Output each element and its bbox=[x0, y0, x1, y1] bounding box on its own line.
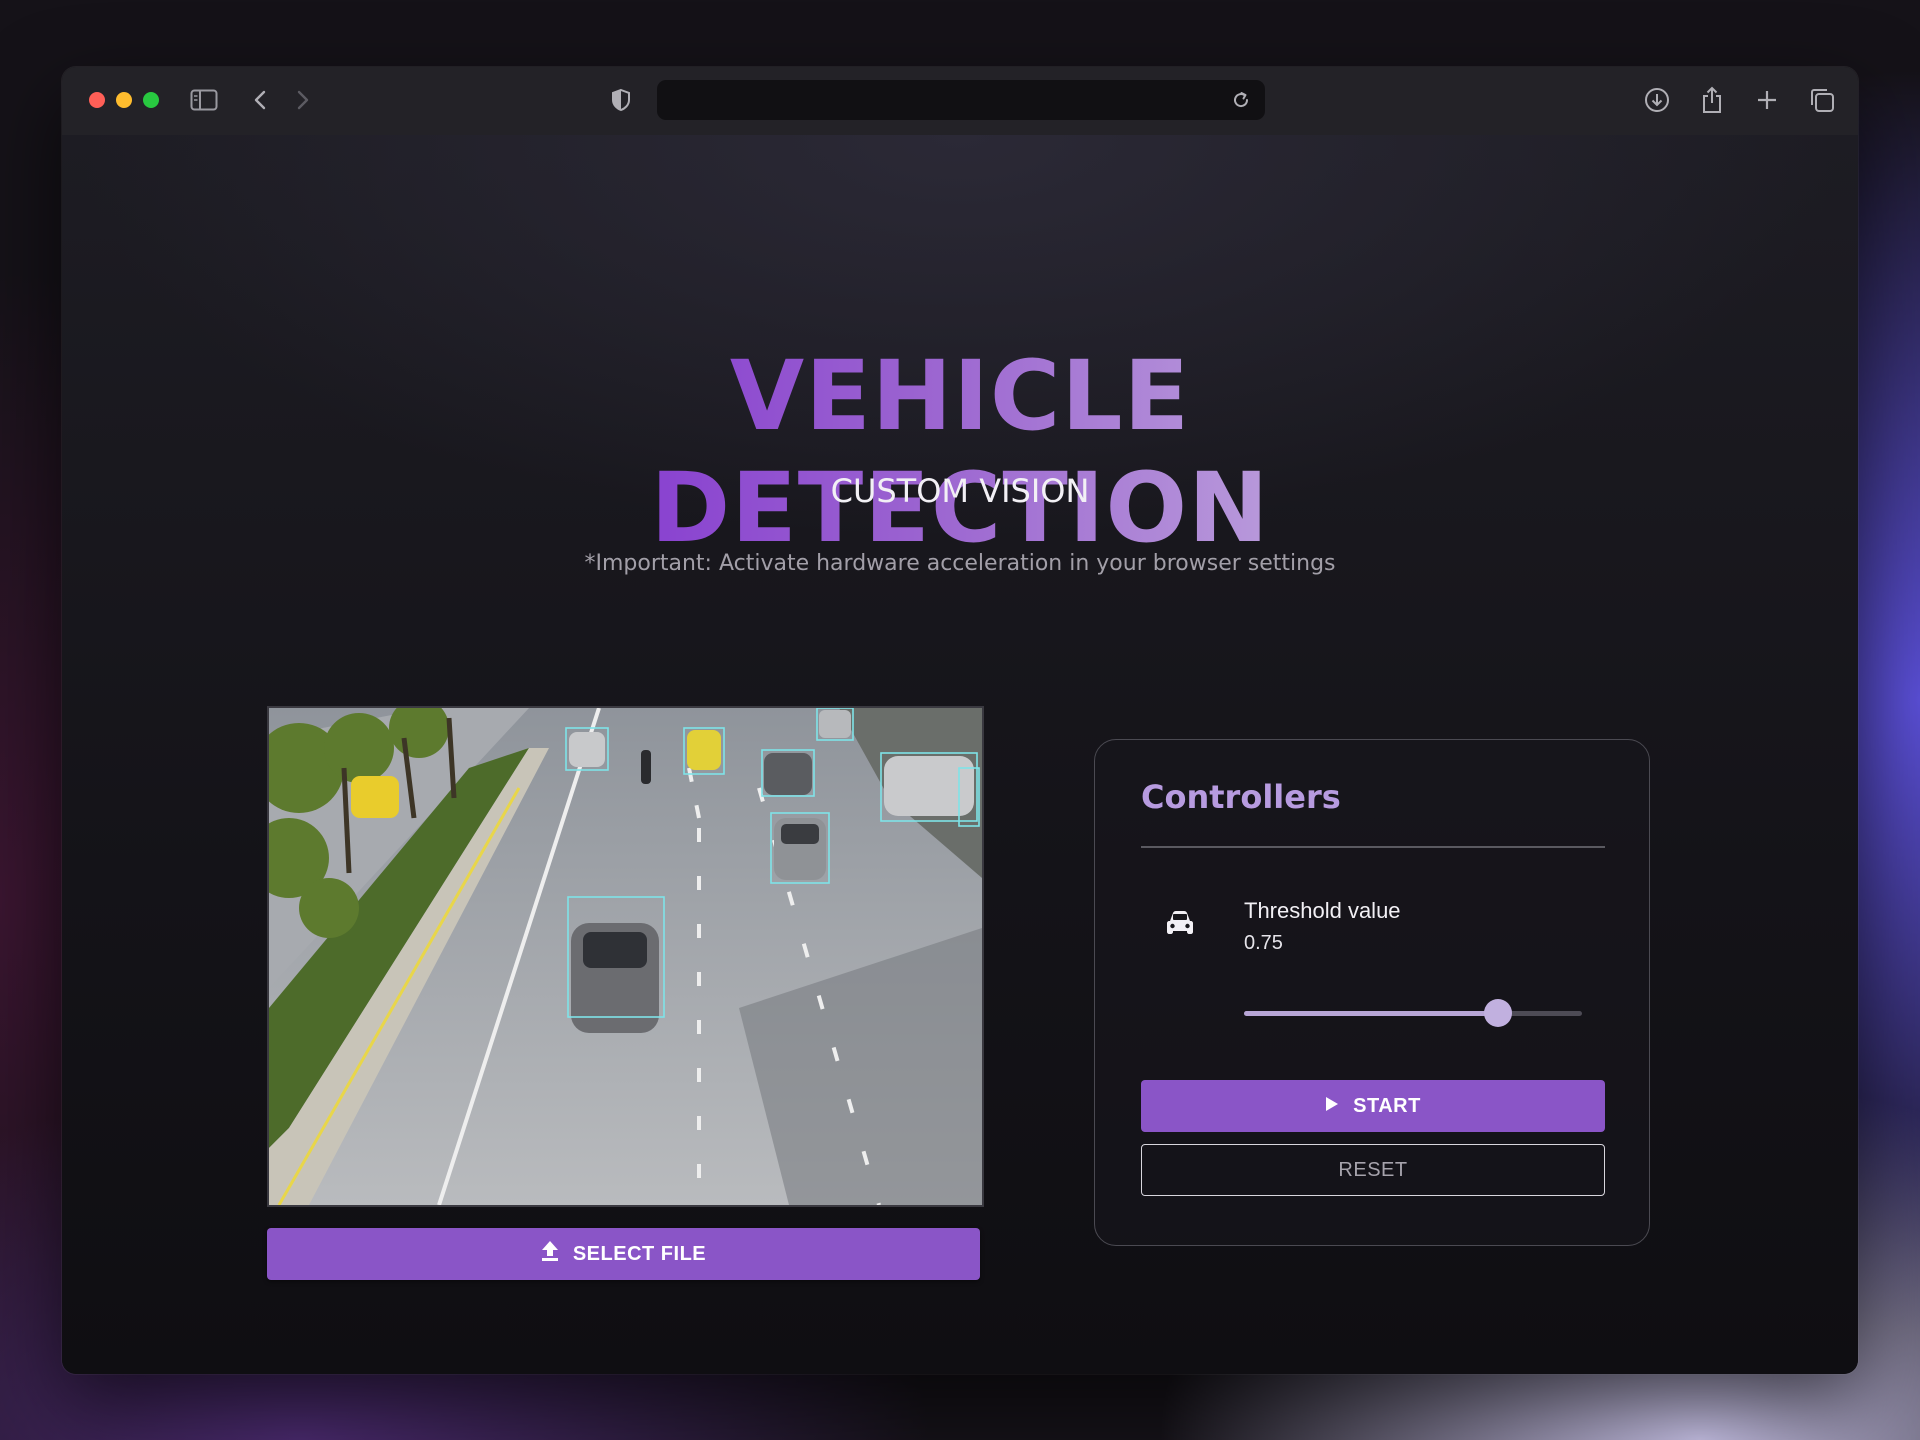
start-button[interactable]: START bbox=[1141, 1080, 1605, 1132]
browser-toolbar bbox=[62, 67, 1858, 136]
panel-divider bbox=[1141, 846, 1605, 848]
upload-icon bbox=[541, 1240, 559, 1268]
sidebar-icon[interactable] bbox=[187, 83, 221, 117]
browser-window: VEHICLE DETECTION CUSTOM VISION *Importa… bbox=[62, 67, 1858, 1374]
forward-icon[interactable] bbox=[286, 83, 320, 117]
minimize-window-button[interactable] bbox=[116, 92, 132, 108]
tabs-icon[interactable] bbox=[1805, 83, 1839, 117]
new-tab-icon[interactable] bbox=[1750, 83, 1784, 117]
threshold-label: Threshold value bbox=[1244, 898, 1401, 923]
download-icon[interactable] bbox=[1640, 83, 1674, 117]
page-subtitle: CUSTOM VISION bbox=[830, 472, 1090, 510]
select-file-button[interactable]: SELECT FILE bbox=[267, 1228, 980, 1280]
reset-button[interactable]: RESET bbox=[1141, 1144, 1605, 1196]
play-icon bbox=[1325, 1095, 1339, 1118]
threshold-slider-fill bbox=[1244, 1011, 1498, 1016]
threshold-slider[interactable] bbox=[1244, 999, 1582, 1027]
start-label: START bbox=[1353, 1094, 1421, 1117]
traffic-scene-image bbox=[269, 708, 982, 1205]
hardware-notice: *Important: Activate hardware accelerati… bbox=[584, 551, 1336, 576]
car-icon bbox=[1165, 908, 1195, 938]
share-icon[interactable] bbox=[1695, 83, 1729, 117]
zoom-window-button[interactable] bbox=[143, 92, 159, 108]
page-title: VEHICLE DETECTION bbox=[460, 340, 1460, 564]
address-bar[interactable] bbox=[657, 80, 1265, 120]
threshold-slider-thumb[interactable] bbox=[1483, 999, 1512, 1027]
reset-label: RESET bbox=[1338, 1158, 1408, 1181]
video-preview bbox=[267, 706, 984, 1207]
shield-icon[interactable] bbox=[604, 83, 638, 117]
controllers-title: Controllers bbox=[1141, 778, 1341, 816]
back-icon[interactable] bbox=[243, 83, 277, 117]
reload-icon[interactable] bbox=[1225, 84, 1257, 116]
close-window-button[interactable] bbox=[89, 92, 105, 108]
threshold-value: 0.75 bbox=[1244, 932, 1283, 954]
select-file-label: SELECT FILE bbox=[572, 1242, 707, 1265]
controllers-panel: Controllers Threshold value 0.75 START R… bbox=[1094, 739, 1650, 1246]
page-content: VEHICLE DETECTION CUSTOM VISION *Importa… bbox=[62, 135, 1858, 1374]
